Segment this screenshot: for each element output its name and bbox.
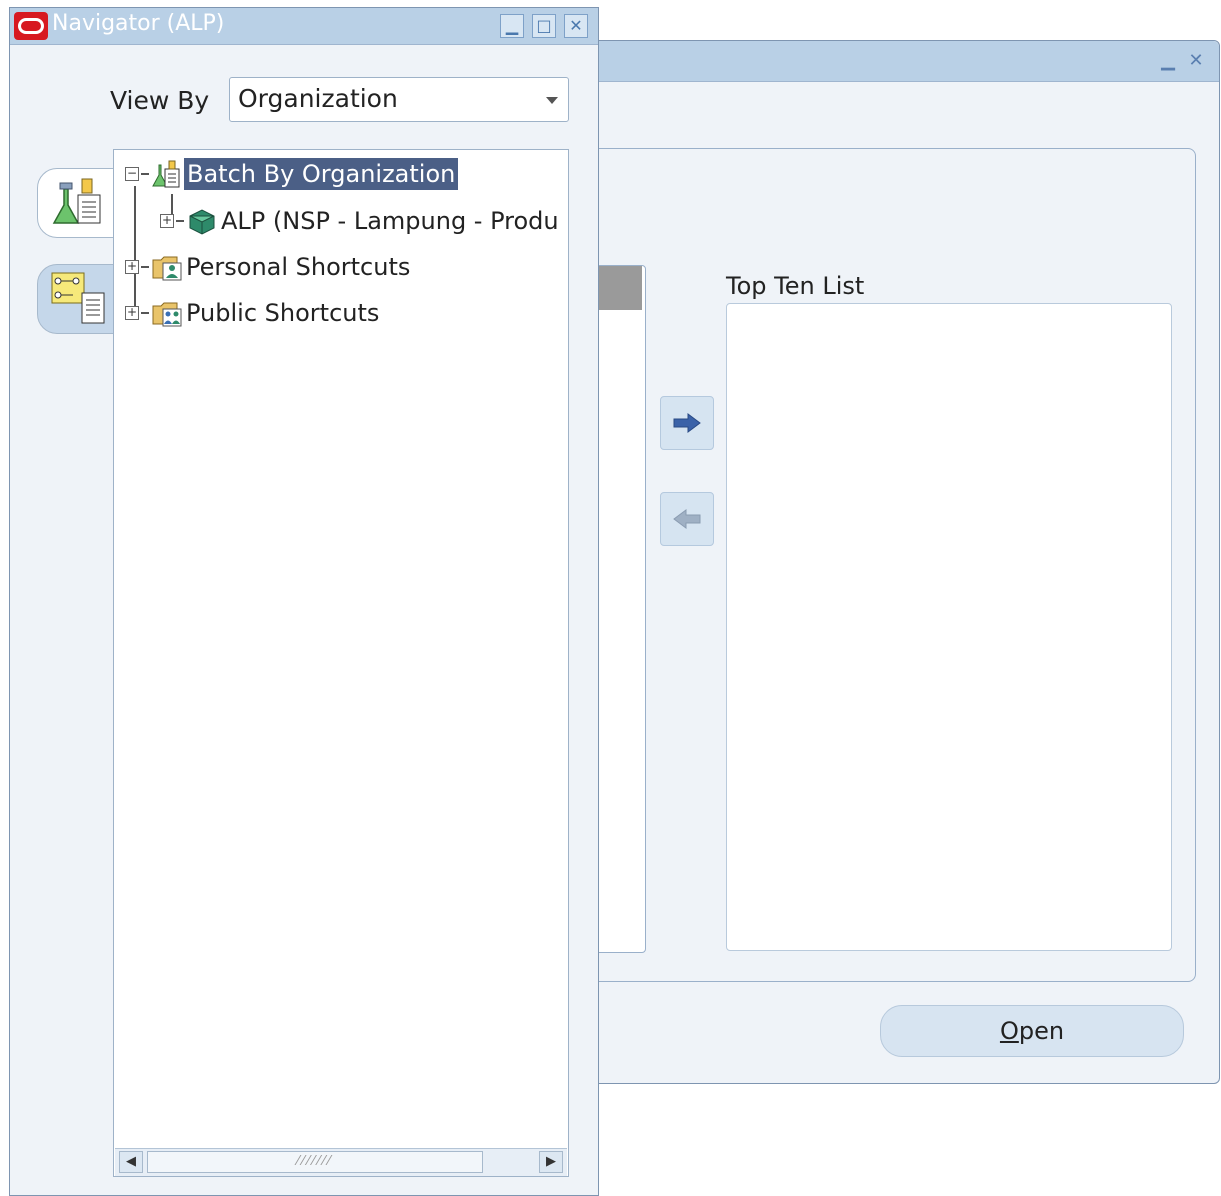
maximize-icon[interactable]: □ (532, 14, 556, 38)
close-icon[interactable]: ✕ (564, 14, 588, 38)
document-workflow-icon (51, 272, 105, 324)
arrow-left-icon (673, 509, 701, 529)
open-button-mnemonic: O (999, 1017, 1019, 1045)
tree-node-label: Personal Shortcuts (186, 253, 411, 281)
oracle-logo-icon (14, 12, 48, 40)
expand-icon[interactable]: + (125, 306, 139, 320)
open-button-label: pen (1018, 1017, 1065, 1045)
add-to-top-ten-button[interactable] (660, 396, 714, 450)
process-execution-icon (52, 178, 101, 224)
close-icon[interactable]: ✕ (1185, 51, 1207, 71)
tree-node-batch-by-organization[interactable]: − Batch By Organization (125, 158, 459, 190)
navigator-title-bar[interactable]: Navigator (ALP) ▁ □ ✕ (10, 8, 598, 45)
folder-person-icon (152, 256, 182, 281)
tree-node-alp-organization[interactable]: + ALP (NSP - Lampung - Produ (160, 206, 559, 236)
top-ten-list[interactable] (726, 303, 1172, 951)
view-by-label: View By (110, 86, 210, 115)
scroll-right-icon[interactable]: ▶ (539, 1151, 563, 1173)
folder-group-icon (152, 302, 182, 327)
collapse-icon[interactable]: − (125, 167, 139, 181)
open-button[interactable]: Open (880, 1005, 1184, 1057)
scroll-left-icon[interactable]: ◀ (119, 1151, 143, 1173)
tree-node-personal-shortcuts[interactable]: + Personal Shortcuts (125, 252, 410, 282)
tree-node-public-shortcuts[interactable]: + Public Shortcuts (125, 298, 379, 328)
horizontal-scrollbar[interactable]: ◀ ⁄⁄⁄⁄⁄⁄⁄ ▶ (115, 1148, 567, 1176)
arrow-right-icon (673, 413, 701, 433)
tree-node-label: Batch By Organization (184, 158, 459, 190)
tree-node-label: ALP (NSP - Lampung - Produ (221, 207, 559, 235)
view-by-value: Organization (238, 84, 398, 113)
expand-icon[interactable]: + (160, 214, 174, 228)
top-ten-list-label: Top Ten List (726, 272, 865, 300)
chevron-down-icon (546, 97, 558, 104)
process-icon (152, 160, 180, 188)
organization-icon (189, 209, 215, 235)
remove-from-top-ten-button[interactable] (660, 492, 714, 546)
navigator-window: Navigator (ALP) ▁ □ ✕ View By Organizati… (9, 7, 599, 1196)
minimize-icon[interactable]: ▁ (1157, 51, 1179, 71)
expand-icon[interactable]: + (125, 260, 139, 274)
top-ten-window-title-bar (581, 41, 1219, 82)
navigator-tree[interactable]: − Batch By Organization + ALP (NSP - Lam… (113, 149, 569, 1177)
tree-connector (134, 186, 136, 312)
navigator-title: Navigator (ALP) (52, 11, 225, 36)
view-by-select[interactable]: Organization (229, 77, 569, 122)
scroll-thumb[interactable]: ⁄⁄⁄⁄⁄⁄⁄ (147, 1151, 483, 1173)
minimize-icon[interactable]: ▁ (500, 14, 524, 38)
tree-node-label: Public Shortcuts (186, 299, 380, 327)
